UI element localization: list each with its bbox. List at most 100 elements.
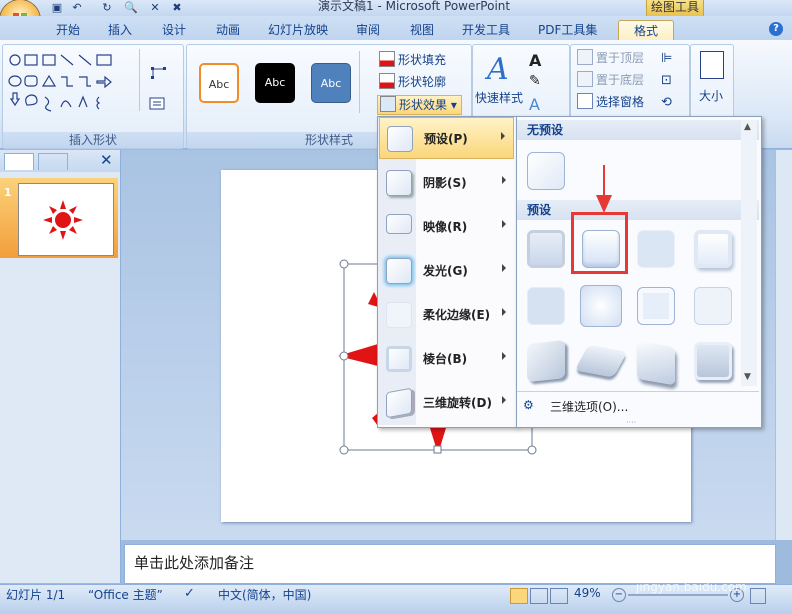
insert-shapes-label: 插入形状 xyxy=(3,132,183,148)
tab-pdf-tools[interactable]: PDF工具集 xyxy=(538,21,597,38)
quick-styles-button[interactable]: 快速样式 xyxy=(475,89,523,107)
shapes-gallery-scroll[interactable] xyxy=(139,49,148,111)
tab-developer[interactable]: 开发工具 xyxy=(462,21,510,38)
outline-tab-icon[interactable] xyxy=(38,153,68,170)
tab-review[interactable]: 审阅 xyxy=(356,21,380,38)
preset-tile-7[interactable] xyxy=(637,287,675,325)
shape-outline-button[interactable]: 形状轮廓 xyxy=(379,73,446,91)
preset-tile-8[interactable] xyxy=(694,287,732,325)
highlight-box xyxy=(571,212,628,274)
menu-item-3d-rotation[interactable]: 三维旋转(D) xyxy=(379,382,514,424)
edit-shape-icon[interactable] xyxy=(149,65,173,81)
slide-show-icon[interactable] xyxy=(550,588,568,604)
menu-item-bevel[interactable]: 棱台(B) xyxy=(379,338,514,380)
preset-tile-3[interactable] xyxy=(637,230,675,268)
scroll-up-icon[interactable]: ▲ xyxy=(744,122,751,132)
svg-text:A: A xyxy=(484,52,509,85)
slides-tab-icon[interactable] xyxy=(4,153,34,170)
submenu-arrow-icon xyxy=(502,176,506,184)
text-box-icon[interactable] xyxy=(149,97,173,111)
no-preset-tile[interactable] xyxy=(527,152,565,190)
pencil-icon xyxy=(379,73,395,89)
gallery-divider xyxy=(517,391,759,392)
no-preset-header: 无预设 xyxy=(517,120,759,140)
send-to-back-button[interactable]: 置于底层 xyxy=(577,71,644,89)
tab-insert[interactable]: 插入 xyxy=(108,21,132,38)
slide-info: 幻灯片 1/1 xyxy=(6,588,66,602)
text-effects-icon[interactable]: A xyxy=(529,95,540,114)
style-swatch-orange-outline[interactable]: Abc xyxy=(199,63,239,103)
print-preview-icon[interactable]: 🔍 xyxy=(124,1,138,14)
tab-view[interactable]: 视图 xyxy=(410,21,434,38)
shapes-gallery[interactable] xyxy=(7,51,137,113)
gallery-scrollbar[interactable]: ▲ ▼ xyxy=(741,120,757,386)
undo-icon[interactable]: ↶ xyxy=(70,1,84,14)
spelling-icon[interactable]: ✕ xyxy=(148,1,162,14)
quick-styles-icon[interactable]: A xyxy=(483,51,517,85)
menu-item-glow[interactable]: 发光(G) xyxy=(379,250,514,292)
red-arrow-icon xyxy=(596,165,612,213)
close-panel-icon[interactable]: ✕ xyxy=(100,151,113,169)
theme-name: “Office 主题” xyxy=(88,588,163,602)
glow-icon xyxy=(386,258,412,284)
size-button[interactable]: 大小 xyxy=(699,87,723,105)
bring-to-front-button[interactable]: 置于顶层 xyxy=(577,49,644,67)
menu-item-soft-edges[interactable]: 柔化边缘(E) xyxy=(379,294,514,336)
text-outline-icon[interactable]: ✎ xyxy=(529,73,541,89)
scroll-down-icon[interactable]: ▼ xyxy=(744,372,751,382)
submenu-arrow-icon xyxy=(502,220,506,228)
menu-item-shadow[interactable]: 阴影(S) xyxy=(379,162,514,204)
style-swatch-blue[interactable]: Abc xyxy=(311,63,351,103)
rotate-icon[interactable]: ⟲ xyxy=(661,95,672,110)
menu-item-preset[interactable]: 预设(P) xyxy=(379,117,514,159)
customize-qat-icon[interactable]: ✖ xyxy=(170,1,184,14)
style-swatch-black[interactable]: Abc xyxy=(255,63,295,103)
vertical-scrollbar[interactable] xyxy=(775,150,792,540)
preset-tile-11[interactable] xyxy=(637,340,675,386)
insert-shapes-group: 插入形状 xyxy=(2,44,184,149)
tab-slide-show[interactable]: 幻灯片放映 xyxy=(268,21,328,38)
text-fill-icon[interactable]: A xyxy=(529,51,541,70)
shape-fill-button[interactable]: 形状填充 xyxy=(379,51,446,69)
menu-item-reflection[interactable]: 映像(R) xyxy=(379,206,514,248)
bring-front-icon xyxy=(577,49,593,65)
drawing-tools-context-tab: 绘图工具 xyxy=(646,0,704,16)
submenu-arrow-icon xyxy=(501,132,505,140)
preset-tile-4[interactable] xyxy=(694,230,732,268)
fit-to-window-icon[interactable] xyxy=(750,588,766,604)
tab-design[interactable]: 设计 xyxy=(162,21,186,38)
preset-tile-5[interactable] xyxy=(527,287,565,325)
save-icon[interactable]: ▣ xyxy=(50,1,64,14)
three-d-options-icon: ⚙ xyxy=(523,398,534,412)
preset-tile-1[interactable] xyxy=(527,230,565,268)
rotation-3d-icon xyxy=(386,387,412,419)
selection-pane-button[interactable]: 选择窗格 xyxy=(577,93,644,111)
preset-tile-9[interactable] xyxy=(527,340,565,382)
preset-tile-6[interactable] xyxy=(580,285,622,327)
resize-grip-icon[interactable]: ···· xyxy=(626,418,636,427)
tab-animations[interactable]: 动画 xyxy=(216,21,240,38)
paint-bucket-icon xyxy=(379,51,395,67)
preset-tile-12[interactable] xyxy=(694,342,732,380)
submenu-arrow-icon xyxy=(502,396,506,404)
tab-format[interactable]: 格式 xyxy=(618,20,674,42)
effects-icon xyxy=(380,96,396,112)
zoom-out-icon[interactable]: − xyxy=(612,588,626,602)
zoom-slider[interactable] xyxy=(628,594,728,596)
preset-header: 预设 xyxy=(517,200,759,220)
three-d-options-item[interactable]: ⚙ 三维选项(O)... xyxy=(517,395,759,417)
redo-icon[interactable]: ↻ xyxy=(100,1,114,14)
spell-check-icon[interactable]: ✓ xyxy=(184,586,195,601)
quick-access-toolbar: ▣ ↶ ↻ 🔍 ✕ ✖ xyxy=(44,0,194,16)
shape-effects-button[interactable]: 形状效果 ▾ xyxy=(377,95,462,115)
slide-thumbnail[interactable] xyxy=(18,183,114,256)
slide-sorter-icon[interactable] xyxy=(530,588,548,604)
selection-pane-icon xyxy=(577,93,593,109)
group-icon[interactable]: ⊡ xyxy=(661,73,672,88)
help-icon[interactable]: ? xyxy=(769,22,783,36)
tab-home[interactable]: 开始 xyxy=(56,21,80,38)
zoom-level: 49% xyxy=(574,586,601,600)
styles-gallery-scroll[interactable] xyxy=(359,51,372,113)
align-icon[interactable]: ⊫ xyxy=(661,51,672,66)
normal-view-icon[interactable] xyxy=(510,588,528,604)
